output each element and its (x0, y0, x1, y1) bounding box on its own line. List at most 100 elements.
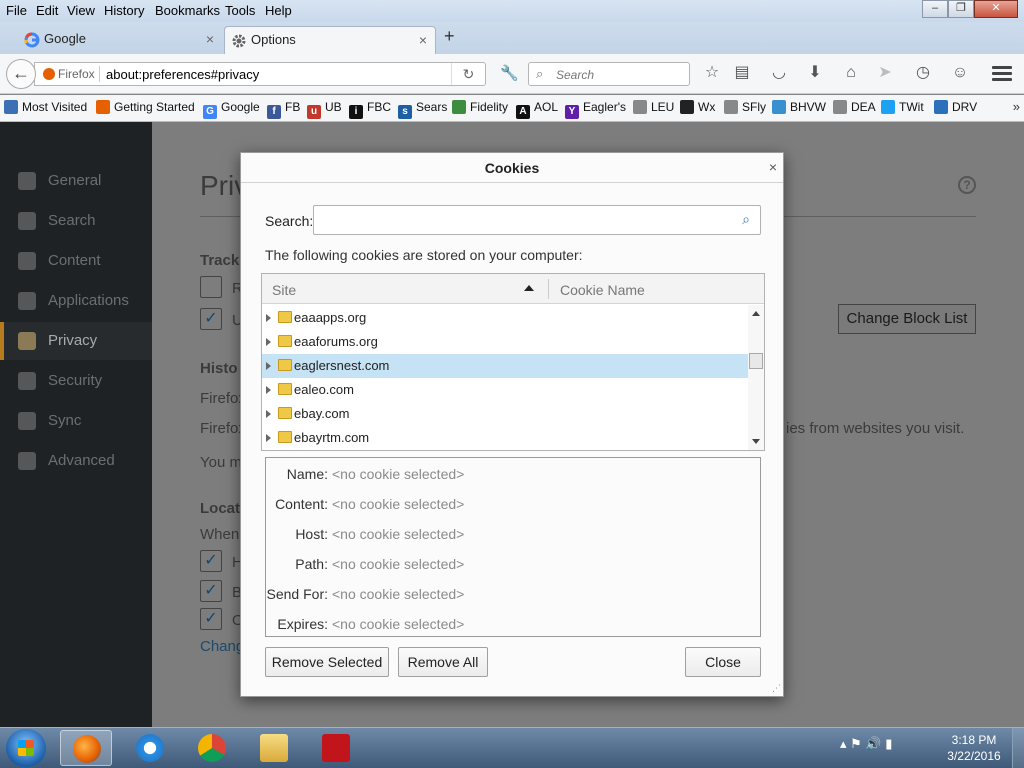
new-tab-button[interactable]: + (444, 26, 455, 47)
location-checkbox-3[interactable]: ✓ (200, 608, 222, 630)
scroll-down-icon[interactable] (752, 439, 760, 444)
cookie-site-row[interactable]: ealeo.com (262, 378, 748, 402)
cookie-search-input[interactable]: ⌕ (313, 205, 761, 235)
column-divider[interactable] (548, 279, 549, 299)
menu-bookmarks[interactable]: Bookmarks (155, 3, 220, 18)
url-bar[interactable]: Firefox about:preferences#privacy ↻ (34, 62, 486, 86)
sidebar-item-sync[interactable]: Sync (0, 402, 152, 440)
menu-view[interactable]: View (67, 3, 95, 18)
location-checkbox-1[interactable]: ✓ (200, 550, 222, 572)
column-cookie-name[interactable]: Cookie Name (560, 282, 645, 298)
sidebar-item-applications[interactable]: Applications (0, 282, 152, 320)
expand-icon[interactable] (266, 410, 271, 418)
clock[interactable]: 3:18 PM 3/22/2016 (934, 732, 1014, 764)
bookmark-eaglers[interactable]: Y Eagler's (565, 100, 626, 119)
bookmark-fbc[interactable]: i FBC (349, 100, 391, 119)
bookmark-wx[interactable]: Wx (680, 100, 715, 114)
dialog-close-icon[interactable]: × (769, 159, 777, 175)
cookie-site-row[interactable]: eaaapps.org (262, 306, 748, 330)
location-checkbox-2[interactable]: ✓ (200, 580, 222, 602)
system-tray[interactable]: ▴ ⚑ 🔊 ▮ (840, 736, 892, 752)
remove-all-button[interactable]: Remove All (398, 647, 488, 677)
bookmarks-menu-icon[interactable]: ▤ (731, 62, 753, 84)
minimize-button[interactable]: – (922, 0, 948, 18)
bookmark-ub[interactable]: u UB (307, 100, 342, 119)
menu-help[interactable]: Help (265, 3, 292, 18)
back-button[interactable]: ← (6, 59, 36, 89)
sidebar-item-advanced[interactable]: Advanced (0, 442, 152, 480)
bookmark-aol[interactable]: A AOL (516, 100, 558, 119)
column-site[interactable]: Site (272, 282, 296, 298)
expand-icon[interactable] (266, 314, 271, 322)
bookmark-google[interactable]: G Google (203, 100, 260, 119)
sidebar-item-search[interactable]: Search (0, 202, 152, 240)
bookmark-fidelity[interactable]: Fidelity (452, 100, 508, 114)
search-bar[interactable]: ⌕ Search (528, 62, 690, 86)
bookmark-most-visited[interactable]: Most Visited (4, 100, 87, 114)
bookmark-fb[interactable]: f FB (267, 100, 300, 119)
bookmark-leu[interactable]: LEU (633, 100, 674, 114)
show-desktop-button[interactable] (1012, 728, 1024, 768)
menu-file[interactable]: File (6, 3, 27, 18)
sidebar-item-general[interactable]: General (0, 162, 152, 200)
open-menu-icon[interactable] (990, 63, 1014, 83)
tab-options[interactable]: Options × (224, 26, 436, 54)
taskbar-file-explorer[interactable] (248, 730, 300, 766)
maximize-button[interactable]: ❐ (948, 0, 974, 18)
wrench-icon[interactable]: 🔧 (500, 64, 519, 82)
close-window-button[interactable]: ✕ (974, 0, 1018, 18)
scroll-thumb[interactable] (749, 353, 763, 369)
change-block-list-button[interactable]: Change Block List (838, 304, 976, 334)
history-icon[interactable]: ◷ (912, 62, 934, 84)
sidebar-item-security[interactable]: Security (0, 362, 152, 400)
tab-google[interactable]: Google × (18, 26, 222, 54)
tracking-checkbox-1[interactable] (200, 276, 222, 298)
sidebar-item-privacy[interactable]: Privacy (0, 322, 152, 360)
taskbar-acrobat[interactable] (310, 730, 362, 766)
tracking-checkbox-2[interactable]: ✓ (200, 308, 222, 330)
help-icon[interactable]: ? (958, 176, 976, 194)
close-tab-icon[interactable]: × (206, 26, 214, 52)
bookmark-getting-started[interactable]: Getting Started (96, 100, 195, 114)
resize-grip-icon[interactable]: ⋰ (772, 683, 781, 694)
taskbar-internet-explorer[interactable] (124, 730, 176, 766)
taskbar-firefox[interactable] (60, 730, 112, 766)
tree-scrollbar[interactable] (748, 305, 764, 450)
downloads-icon[interactable]: ⬇ (804, 62, 826, 84)
bookmark-twit[interactable]: TWit (881, 100, 924, 114)
bookmark-dea[interactable]: DEA (833, 100, 876, 114)
start-button[interactable] (6, 729, 46, 767)
close-tab-icon[interactable]: × (419, 27, 427, 53)
hello-icon[interactable]: ☺ (949, 62, 971, 84)
bookmark-bhvw[interactable]: BHVW (772, 100, 826, 114)
remove-selected-button[interactable]: Remove Selected (265, 647, 389, 677)
location-change-link[interactable]: Chang (200, 638, 244, 655)
close-button[interactable]: Close (685, 647, 761, 677)
expand-icon[interactable] (266, 338, 271, 346)
cookie-site-row[interactable]: ebayrtm.com (262, 426, 748, 450)
more-bookmarks-icon[interactable]: » (1013, 99, 1020, 114)
menu-history[interactable]: History (104, 3, 144, 18)
cookie-tree[interactable]: Site Cookie Name eaaapps.org eaaforums.o… (261, 273, 765, 451)
share-icon[interactable]: ➤ (874, 62, 896, 84)
cookie-site-row[interactable]: eaaforums.org (262, 330, 748, 354)
reload-icon[interactable]: ↻ (451, 63, 485, 85)
pocket-icon[interactable]: ◡ (768, 62, 790, 84)
cookie-site-row-selected[interactable]: eaglersnest.com (262, 354, 748, 378)
home-icon[interactable]: ⌂ (840, 62, 862, 84)
bookmark-star-icon[interactable]: ☆ (701, 62, 723, 84)
expand-icon[interactable] (266, 362, 271, 370)
identity-box[interactable]: Firefox (43, 67, 95, 81)
bookmark-sears[interactable]: s Sears (398, 100, 447, 119)
scroll-up-icon[interactable] (752, 311, 760, 316)
menu-tools[interactable]: Tools (225, 3, 255, 18)
taskbar-chrome[interactable] (186, 730, 238, 766)
expand-icon[interactable] (266, 386, 271, 394)
cookie-site-row[interactable]: ebay.com (262, 402, 748, 426)
url-text[interactable]: about:preferences#privacy (106, 67, 259, 82)
sidebar-item-content[interactable]: Content (0, 242, 152, 280)
expand-icon[interactable] (266, 434, 271, 442)
menu-edit[interactable]: Edit (36, 3, 58, 18)
bookmark-drv[interactable]: DRV (934, 100, 977, 114)
bookmark-sfly[interactable]: SFly (724, 100, 766, 114)
